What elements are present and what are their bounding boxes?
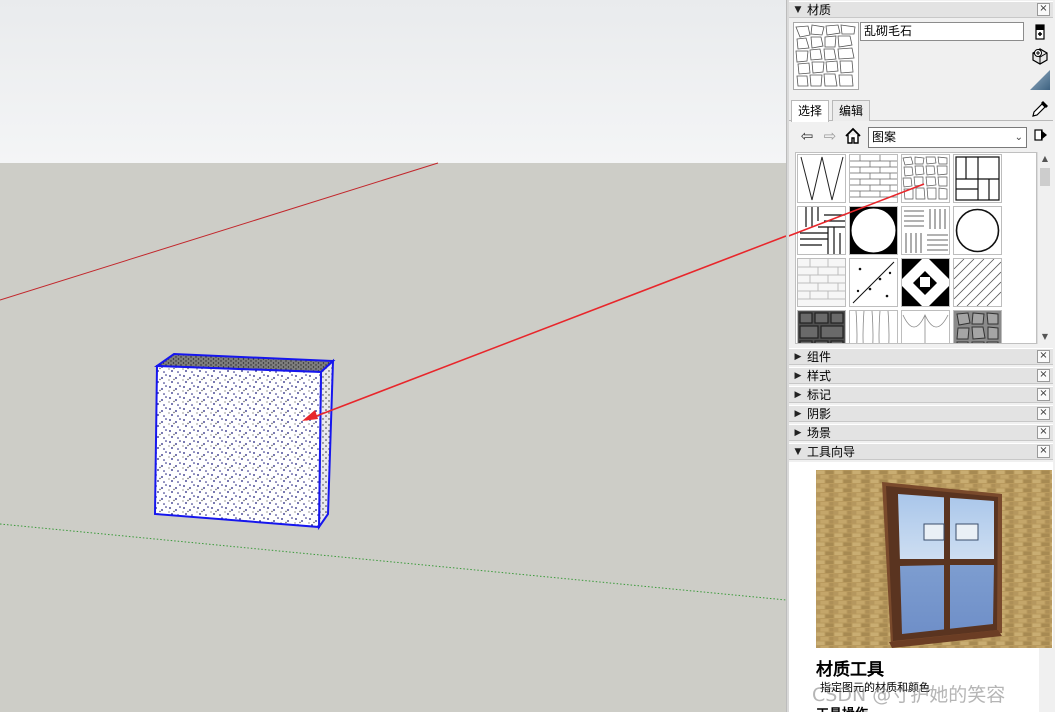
zigzag-pattern-swatch[interactable] (797, 154, 846, 203)
black-white-diamond-pattern-swatch[interactable] (901, 258, 950, 307)
library-nav-row: ⇦ ⇨ 图案 ⌄ (789, 124, 1053, 150)
panel-title: 工具向导 (807, 445, 856, 459)
chevron-down-icon: ⌄ (1014, 132, 1023, 143)
tab-edit[interactable]: 编辑 (832, 100, 871, 121)
dark-stone-pattern-swatch[interactable] (797, 310, 846, 343)
tab-select[interactable]: 选择 (791, 100, 830, 122)
instructor-subheading: 工具操作 (816, 703, 868, 712)
circle-pattern-swatch[interactable] (953, 206, 1002, 255)
model-viewport[interactable] (0, 0, 786, 712)
forward-arrow-icon[interactable]: ⇨ (821, 127, 839, 145)
shadows-panel-header[interactable]: ▶ 阴影 × (789, 405, 1053, 422)
close-icon[interactable]: × (1037, 426, 1050, 439)
instructor-description: 指定图元的材质和颜色 (820, 681, 930, 694)
library-dropdown-value: 图案 (872, 130, 897, 144)
styles-panel-header[interactable]: ▶ 样式 × (789, 367, 1053, 384)
swatch-scrollbar[interactable]: ▲ ▼ (1037, 152, 1051, 344)
close-icon[interactable]: × (1037, 388, 1050, 401)
herringbone-pattern-swatch[interactable] (797, 206, 846, 255)
instructor-illustration (816, 470, 1052, 648)
close-icon[interactable]: × (1037, 407, 1050, 420)
scroll-down-icon[interactable]: ▼ (1038, 330, 1052, 344)
back-arrow-icon[interactable]: ⇦ (798, 127, 816, 145)
brick-pattern-swatch[interactable] (849, 154, 898, 203)
home-icon[interactable] (844, 127, 862, 145)
scroll-thumb[interactable] (1040, 168, 1050, 186)
diagonal-dot-pattern-swatch[interactable] (849, 258, 898, 307)
sky (0, 0, 786, 163)
materials-panel-header[interactable]: ▼ 材质 × (789, 1, 1053, 18)
default-tray: ▼ 材质 × 乱砌毛石 选择 编辑 ⇦ ⇨ 图案 ⌄ ▲ ▼ ▶ 组件 × ▶ … (789, 0, 1055, 712)
panel-title: 阴影 (807, 407, 832, 421)
material-swatch-grid (795, 152, 1037, 344)
fan-pattern-swatch[interactable] (901, 310, 950, 343)
expanded-triangle-icon: ▼ (794, 446, 802, 457)
instructor-panel: 材质工具 指定图元的材质和颜色 工具操作 (789, 462, 1053, 712)
material-name-field[interactable]: 乱砌毛石 (860, 22, 1024, 41)
scroll-up-icon[interactable]: ▲ (1038, 152, 1052, 166)
basketweave-pattern-swatch[interactable] (901, 206, 950, 255)
paint-default-icon[interactable] (1030, 45, 1050, 65)
create-material-icon[interactable] (1030, 22, 1050, 42)
octagon-dot-pattern-swatch[interactable] (849, 206, 898, 255)
scenes-panel-header[interactable]: ▶ 场景 × (789, 424, 1053, 441)
panel-title: 组件 (807, 350, 832, 364)
ground (0, 163, 786, 712)
collapsed-triangle-icon: ▶ (794, 370, 802, 381)
instructor-heading: 材质工具 (816, 660, 884, 680)
materials-tabs: 选择 编辑 (789, 99, 1053, 122)
components-panel-header[interactable]: ▶ 组件 × (789, 348, 1053, 365)
panel-title: 场景 (807, 426, 832, 440)
library-dropdown[interactable]: 图案 ⌄ (868, 127, 1027, 148)
collapsed-triangle-icon: ▶ (794, 351, 802, 362)
panel-title: 样式 (807, 369, 832, 383)
material-preview-swatch (793, 22, 859, 90)
materials-panel-title: 材质 (807, 3, 832, 17)
instructor-panel-header[interactable]: ▼ 工具向导 × (789, 443, 1053, 460)
eyedropper-icon[interactable] (1030, 99, 1050, 119)
collapsed-triangle-icon: ▶ (794, 408, 802, 419)
random-stone-pattern-swatch[interactable] (901, 154, 950, 203)
instructor-scrollbar[interactable] (1039, 648, 1053, 712)
grey-stone-pattern-swatch[interactable] (953, 310, 1002, 343)
selected-box[interactable] (153, 352, 336, 531)
expanded-triangle-icon: ▼ (794, 4, 802, 15)
diagonal-lines-pattern-swatch[interactable] (953, 258, 1002, 307)
collapsed-triangle-icon: ▶ (794, 427, 802, 438)
wood-grain-pattern-swatch[interactable] (849, 310, 898, 343)
sample-shade-icon (1030, 68, 1050, 90)
close-icon[interactable]: × (1037, 445, 1050, 458)
panel-title: 标记 (807, 388, 832, 402)
parquet-pattern-swatch[interactable] (953, 154, 1002, 203)
close-icon[interactable]: × (1037, 350, 1050, 363)
box-front-face (153, 364, 323, 529)
collapsed-triangle-icon: ▶ (794, 389, 802, 400)
tags-panel-header[interactable]: ▶ 标记 × (789, 386, 1053, 403)
details-arrow-icon[interactable] (1032, 127, 1050, 145)
close-icon[interactable]: × (1037, 3, 1050, 16)
white-brick-pattern-swatch[interactable] (797, 258, 846, 307)
viewport-canvas[interactable] (0, 0, 786, 712)
close-icon[interactable]: × (1037, 369, 1050, 382)
